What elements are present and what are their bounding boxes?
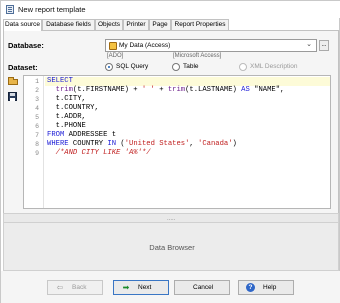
back-button: ⇦ Back xyxy=(47,280,103,295)
database-provider: [ADO] xyxy=(107,53,124,59)
chevron-down-icon[interactable]: ⌄ xyxy=(306,40,312,48)
line-number: 2 xyxy=(35,87,39,94)
tab-printer[interactable]: Printer xyxy=(123,19,149,30)
line-number: 3 xyxy=(35,96,39,103)
line-number: 1 xyxy=(35,78,39,85)
radio-button-selected[interactable] xyxy=(105,63,113,71)
arrow-right-icon: ➡ xyxy=(122,283,130,292)
next-button[interactable]: ➡ Next xyxy=(113,280,169,295)
title-bar: New report template xyxy=(1,1,340,18)
window-title: New report template xyxy=(18,5,86,14)
line-number-gutter: 1 2 3 4 5 6 7 8 9 xyxy=(24,76,44,208)
code-line: t.CITY, xyxy=(47,95,86,103)
radio-button[interactable] xyxy=(172,63,180,71)
database-label: Database: xyxy=(8,41,44,50)
arrow-left-icon: ⇦ xyxy=(56,283,64,292)
database-type: [Microsoft Access] xyxy=(173,53,222,59)
code-line: t.COUNTRY, xyxy=(47,104,99,112)
current-line-highlight xyxy=(45,77,330,86)
tab-data-source[interactable]: Data source xyxy=(3,19,42,31)
tab-page[interactable]: Page xyxy=(149,19,171,30)
code-line: WHERE COUNTRY IN ('United States', 'Cana… xyxy=(47,140,237,148)
line-number: 4 xyxy=(35,105,39,112)
code-line: t.PHONE xyxy=(47,122,86,130)
sql-editor[interactable]: 1 2 3 4 5 6 7 8 9 SELECT trim(t.FIRSTNAM… xyxy=(23,75,331,209)
cancel-button[interactable]: Cancel xyxy=(174,280,230,295)
radio-xml-description-label: XML Description xyxy=(250,63,298,70)
access-database-icon xyxy=(109,42,117,50)
dataset-label: Dataset: xyxy=(8,63,38,72)
code-line: trim(t.FIRSTNAME) + ' ' + trim(t.LASTNAM… xyxy=(55,86,285,94)
cancel-button-label: Cancel xyxy=(193,284,214,291)
database-browse-button[interactable]: ... xyxy=(319,40,329,51)
radio-button-disabled xyxy=(239,63,247,71)
splitter-grip[interactable]: ..... xyxy=(167,216,175,222)
open-folder-icon[interactable] xyxy=(7,76,20,87)
help-button-label: Help xyxy=(263,284,277,291)
data-browser-panel: Data Browser xyxy=(3,223,339,271)
line-number: 6 xyxy=(35,123,39,130)
save-disk-icon[interactable] xyxy=(7,91,20,102)
radio-table-label: Table xyxy=(183,63,199,70)
database-selected-value: My Data (Access) xyxy=(119,42,171,49)
back-button-label: Back xyxy=(72,284,87,291)
tab-database-fields[interactable]: Database fields xyxy=(42,19,95,30)
help-button[interactable]: ? Help xyxy=(238,280,294,295)
help-icon: ? xyxy=(246,283,255,292)
radio-sql-query-label: SQL Query xyxy=(116,63,149,70)
line-number: 8 xyxy=(35,141,39,148)
code-line: SELECT xyxy=(47,77,73,85)
code-line: FROM ADDRESSEE t xyxy=(47,131,117,139)
report-icon xyxy=(6,5,14,14)
panel-splitter[interactable]: ..... xyxy=(3,213,339,223)
next-button-label: Next xyxy=(138,284,152,291)
database-select[interactable]: My Data (Access) ⌄ xyxy=(105,39,317,52)
line-number: 7 xyxy=(35,132,39,139)
code-line: t.ADDR, xyxy=(47,113,86,121)
line-number: 5 xyxy=(35,114,39,121)
data-browser-title: Data Browser xyxy=(149,243,195,252)
code-line: /*AND CITY LIKE 'A%'*/ xyxy=(47,149,151,157)
tab-objects[interactable]: Objects xyxy=(95,19,123,30)
line-number: 9 xyxy=(35,150,39,157)
tab-report-properties[interactable]: Report Properties xyxy=(171,19,229,30)
report-template-window: New report template Data source Database… xyxy=(0,0,340,303)
